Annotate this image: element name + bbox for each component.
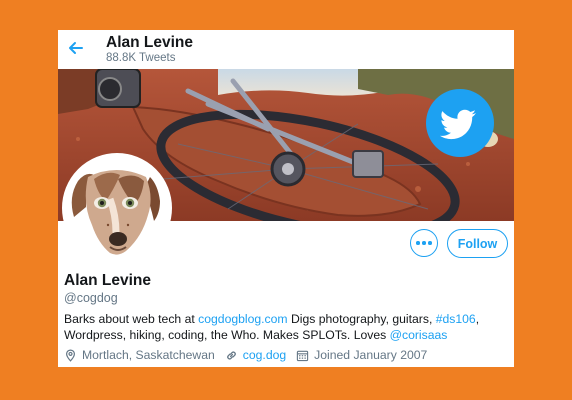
follow-button[interactable]: Follow xyxy=(447,229,508,258)
joined-date: Joined January 2007 xyxy=(314,348,428,362)
calendar-icon xyxy=(296,350,309,361)
twitter-bird-icon xyxy=(426,89,494,157)
profile-meta: Mortlach, Saskatchewan cog.dog Joined Ja… xyxy=(64,347,427,363)
location-pin-icon xyxy=(65,349,76,362)
more-options-button[interactable] xyxy=(410,229,438,257)
more-icon xyxy=(416,241,420,245)
profile-name: Alan Levine xyxy=(64,272,151,289)
profile-handle: @cogdog xyxy=(64,291,118,305)
arrow-left-icon[interactable] xyxy=(66,38,86,58)
website-link[interactable]: cog.dog xyxy=(243,348,286,362)
link-icon xyxy=(226,351,236,359)
header-name: Alan Levine xyxy=(106,34,193,51)
tweet-count: 88.8K Tweets xyxy=(106,52,176,64)
location-text: Mortlach, Saskatchewan xyxy=(82,348,215,362)
mention-link[interactable]: @corisaas xyxy=(390,328,448,342)
profile-card: Alan Levine 88.8K Tweets Follow Alan Lev… xyxy=(58,30,514,367)
profile-header-bar: Alan Levine 88.8K Tweets xyxy=(58,30,514,69)
profile-bio: Barks about web tech at cogdogblog.com D… xyxy=(64,312,480,342)
hashtag-link[interactable]: #ds106 xyxy=(436,312,476,326)
avatar[interactable] xyxy=(62,153,172,263)
bio-website-link[interactable]: cogdogblog.com xyxy=(198,312,287,326)
